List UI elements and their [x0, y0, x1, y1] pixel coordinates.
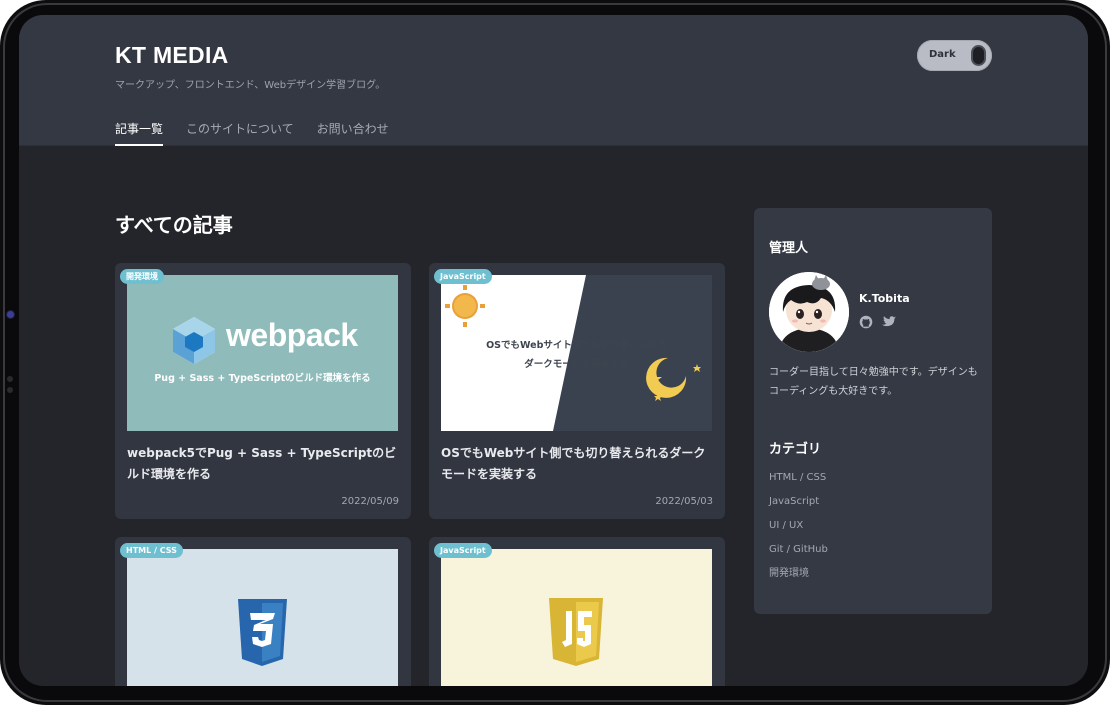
camera-icon [7, 311, 14, 318]
site-title[interactable]: KT MEDIA [115, 42, 229, 69]
dark-mode-toggle[interactable]: Dark [917, 40, 992, 71]
css3-icon [238, 599, 287, 666]
site-header: KT MEDIA マークアップ、フロントエンド、Webデザイン学習ブログ。 Da… [19, 15, 1088, 146]
category-item-javascript[interactable]: JavaScript [769, 495, 828, 519]
toggle-knob [971, 45, 986, 66]
category-badge[interactable]: HTML / CSS [120, 543, 183, 558]
twitter-icon[interactable] [881, 315, 897, 329]
device-frame: KT MEDIA マークアップ、フロントエンド、Webデザイン学習ブログ。 Da… [0, 0, 1110, 705]
category-item-dev-env[interactable]: 開発環境 [769, 567, 828, 591]
sun-moon-icon [445, 275, 712, 431]
article-title[interactable]: OSでもWebサイト側でも切り替えられるダークモードを実装する [441, 443, 712, 485]
category-badge[interactable]: JavaScript [434, 543, 492, 558]
article-date: 2022/05/03 [655, 496, 713, 507]
category-item-ui-ux[interactable]: UI / UX [769, 519, 828, 543]
category-item-git-github[interactable]: Git / GitHub [769, 543, 828, 567]
toggle-label: Dark [929, 49, 956, 60]
article-card[interactable]: HTML / CSS [115, 537, 411, 686]
thumbnail-logo-text: webpack [226, 317, 358, 353]
article-thumbnail[interactable]: OSでもWebサイト側でも切り替えられる ダークモードを実装する [441, 275, 712, 431]
article-title[interactable]: webpack5でPug + Sass + TypeScriptのビルド環境を作… [127, 443, 398, 485]
category-badge[interactable]: JavaScript [434, 269, 492, 284]
category-heading: カテゴリ [769, 442, 822, 457]
article-date: 2022/05/09 [341, 496, 399, 507]
article-card[interactable]: JavaScript OSでもWebサイト側でも切り替えられる ダークモードを実… [429, 263, 725, 519]
thumbnail-caption: Pug + Sass + TypeScriptのビルド環境を作る [154, 373, 371, 384]
nav-item-articles[interactable]: 記事一覧 [115, 120, 164, 146]
category-list: HTML / CSS JavaScript UI / UX Git / GitH… [769, 471, 828, 591]
site-tagline: マークアップ、フロントエンド、Webデザイン学習ブログ。 [115, 80, 386, 91]
author-name: K.Tobita [859, 292, 910, 305]
thumbnail-title-line2: ダークモードを実装する [524, 359, 629, 370]
sensor-dot [7, 376, 13, 382]
social-links [859, 315, 897, 329]
nav-item-about[interactable]: このサイトについて [186, 120, 294, 146]
article-thumbnail[interactable]: webpack Pug + Sass + TypeScriptのビルド環境を作る [127, 275, 398, 431]
article-card[interactable]: JavaScript [429, 537, 725, 686]
author-avatar-icon [769, 272, 849, 352]
admin-heading: 管理人 [769, 241, 809, 256]
avatar [769, 272, 849, 352]
sensor-dot [7, 387, 13, 393]
sidebar: 管理人 K.Tobita コーダー目指して日々勉強中です。デザインもコーディング… [754, 208, 992, 614]
js-icon [549, 598, 603, 666]
article-thumbnail[interactable] [127, 549, 398, 686]
nav-item-contact[interactable]: お問い合わせ [317, 120, 389, 146]
page-heading: すべての記事 [115, 213, 233, 237]
main-nav: 記事一覧 このサイトについて お問い合わせ [115, 120, 389, 146]
article-thumbnail[interactable] [441, 549, 712, 686]
category-badge[interactable]: 開発環境 [120, 269, 164, 284]
author-bio: コーダー目指して日々勉強中です。デザインもコーディングも大好きです。 [769, 367, 978, 397]
category-item-html-css[interactable]: HTML / CSS [769, 471, 828, 495]
thumbnail-title-line1: OSでもWebサイト側でも切り替えられる [486, 340, 667, 351]
article-card[interactable]: 開発環境 webpack Pug + Sass + TypeScriptのビルド… [115, 263, 411, 519]
github-icon[interactable] [859, 315, 873, 329]
browser-viewport: KT MEDIA マークアップ、フロントエンド、Webデザイン学習ブログ。 Da… [19, 15, 1088, 686]
